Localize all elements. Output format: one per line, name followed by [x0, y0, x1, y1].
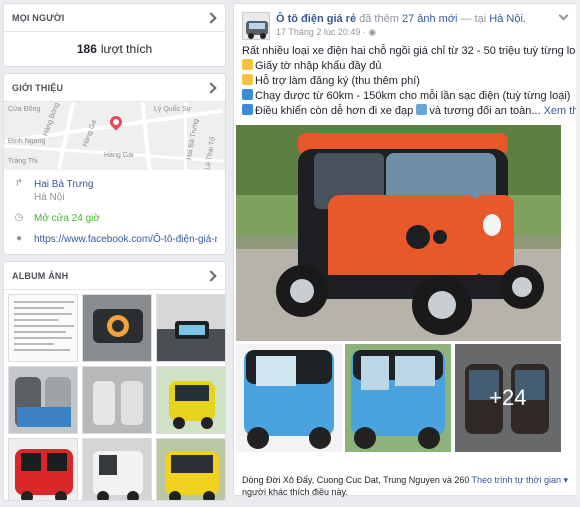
about-header[interactable]: GIỚI THIỆU	[4, 74, 225, 102]
address-line1[interactable]: Hai Bà Trưng	[34, 178, 217, 191]
memo-icon	[242, 59, 253, 70]
post-text: Rất nhiều loại xe điện hai chỗ ngồi giá …	[234, 44, 580, 119]
map-label: Đình Ngang	[8, 138, 46, 145]
likes-label: lượt thích	[100, 42, 153, 56]
album-photo-yellow-car[interactable]	[156, 366, 225, 434]
people-header[interactable]: MỌI NGƯỜI	[4, 4, 225, 32]
sub-photos: +24	[236, 344, 561, 452]
car-icon	[242, 89, 253, 100]
globe-icon: · ◉	[362, 27, 377, 37]
likes-count: 186	[76, 42, 97, 56]
post-line-item: Hỗ trợ làm đăng ký (thu thêm phí)	[242, 74, 568, 89]
album-photo-white-car[interactable]	[82, 438, 152, 500]
main-photo[interactable]	[236, 125, 561, 341]
post-header: Ô tô điện giá rẻ đã thêm 27 ảnh mới — tạ…	[234, 4, 576, 44]
post-meta: 17 Tháng 2 lúc 20:49 · ◉	[276, 27, 526, 38]
post-line-item: Giấy tờ nhập khẩu đầy đủ	[242, 59, 568, 74]
photos-added[interactable]: 27 ảnh mới	[402, 13, 458, 25]
post-line-item: Điều khiển còn dễ hơn đi xe đạp và tương…	[242, 104, 580, 119]
album-photo-seats-covered[interactable]	[82, 366, 152, 434]
hours-text: Mở cửa 24 giờ	[34, 213, 100, 224]
chevron-right-icon[interactable]	[205, 270, 217, 282]
album-photo-seats-grey[interactable]	[8, 366, 78, 434]
post-card: Ô tô điện giá rẻ đã thêm 27 ảnh mới — tạ…	[233, 3, 580, 498]
album-grid	[4, 290, 225, 500]
liked-by[interactable]: Dòng Đời Xô Đẩy, Cuong Cuc Dat, Trung Ng…	[242, 474, 472, 498]
about-card: GIỚI THIỆU Cửa Đông Hàng Bông Hàng Ga Đì…	[3, 73, 226, 255]
page-name[interactable]: Ô tô điện giá rẻ	[276, 13, 356, 25]
globe-icon: ●	[15, 233, 23, 244]
likes-summary: 186 lượt thích	[4, 32, 225, 66]
chevron-right-icon[interactable]	[205, 12, 217, 24]
sort-dropdown[interactable]: Theo trình tự thời gian ▾	[472, 474, 569, 498]
address-row: ↱ Hai Bà Trưng Hà Nội	[4, 174, 225, 208]
photo-interior-more[interactable]: +24	[454, 344, 561, 452]
map-label: Hàng Ga	[81, 119, 99, 148]
album-photo-document[interactable]	[8, 294, 78, 362]
post-time[interactable]: 17 Tháng 2 lúc 20:49	[276, 27, 360, 37]
album-photo-dashboard[interactable]	[82, 294, 152, 362]
more-photos-overlay[interactable]: +24	[454, 344, 561, 452]
map-label: Tràng Thi	[8, 158, 38, 165]
people-card: MỌI NGƯỜI 186 lượt thích	[3, 3, 226, 67]
album-title: ALBUM ẢNH	[12, 270, 69, 281]
album-photo-yellow-car-2[interactable]	[156, 438, 225, 500]
album-header[interactable]: ALBUM ẢNH	[4, 262, 225, 290]
post-line-item: Chạy được từ 60km - 150km cho mỗi lần sạ…	[242, 89, 570, 104]
map-label: Lý Quốc Sư	[154, 106, 192, 113]
post-at: — tại	[460, 13, 487, 25]
album-card: ALBUM ẢNH	[3, 261, 226, 501]
scrollbar[interactable]	[576, 0, 580, 499]
people-title: MỌI NGƯỜI	[12, 12, 65, 23]
album-photo-red-car[interactable]	[8, 438, 78, 500]
photo-blue-car-2[interactable]	[345, 344, 452, 452]
post-options-icon[interactable]	[558, 12, 568, 22]
map-label: Cửa Đông	[8, 106, 41, 113]
post-title: Ô tô điện giá rẻ đã thêm 27 ảnh mới — tạ…	[276, 12, 526, 26]
photo-blue-car-1[interactable]	[236, 344, 342, 452]
see-more-link[interactable]: Xem thêm	[544, 105, 580, 117]
directions-icon: ↱	[14, 178, 24, 189]
map-label: Hai Bà Trưng	[185, 118, 200, 161]
about-title: GIỚI THIỆU	[12, 82, 64, 93]
website-link[interactable]: https://www.facebook.com/Ô-tô-điện-giá-r…	[34, 233, 217, 246]
hours-row: ◷ Mở cửa 24 giờ	[4, 208, 225, 229]
chevron-right-icon[interactable]	[205, 82, 217, 94]
website-row: ● https://www.facebook.com/Ô-tô-điện-giá…	[4, 229, 225, 254]
car-icon	[242, 104, 253, 115]
clock-icon: ◷	[14, 212, 24, 223]
map-label: Lê Thái Tổ	[204, 136, 217, 170]
bicycle-icon	[416, 104, 428, 115]
address-line2: Hà Nội	[34, 192, 65, 203]
memo-icon	[242, 74, 253, 85]
post-action: đã thêm	[359, 13, 399, 25]
album-photo-interior[interactable]	[156, 294, 225, 362]
post-line: Rất nhiều loại xe điện hai chỗ ngồi giá …	[242, 45, 580, 57]
left-column: MỌI NGƯỜI 186 lượt thích GIỚI THIỆU Cửa …	[3, 3, 226, 507]
map-label: Hàng Gai	[104, 152, 134, 159]
post-place[interactable]: Hà Nội.	[489, 13, 526, 25]
location-map[interactable]: Cửa Đông Hàng Bông Hàng Ga Đình Ngang Lý…	[4, 102, 225, 170]
page-avatar[interactable]	[242, 12, 270, 40]
